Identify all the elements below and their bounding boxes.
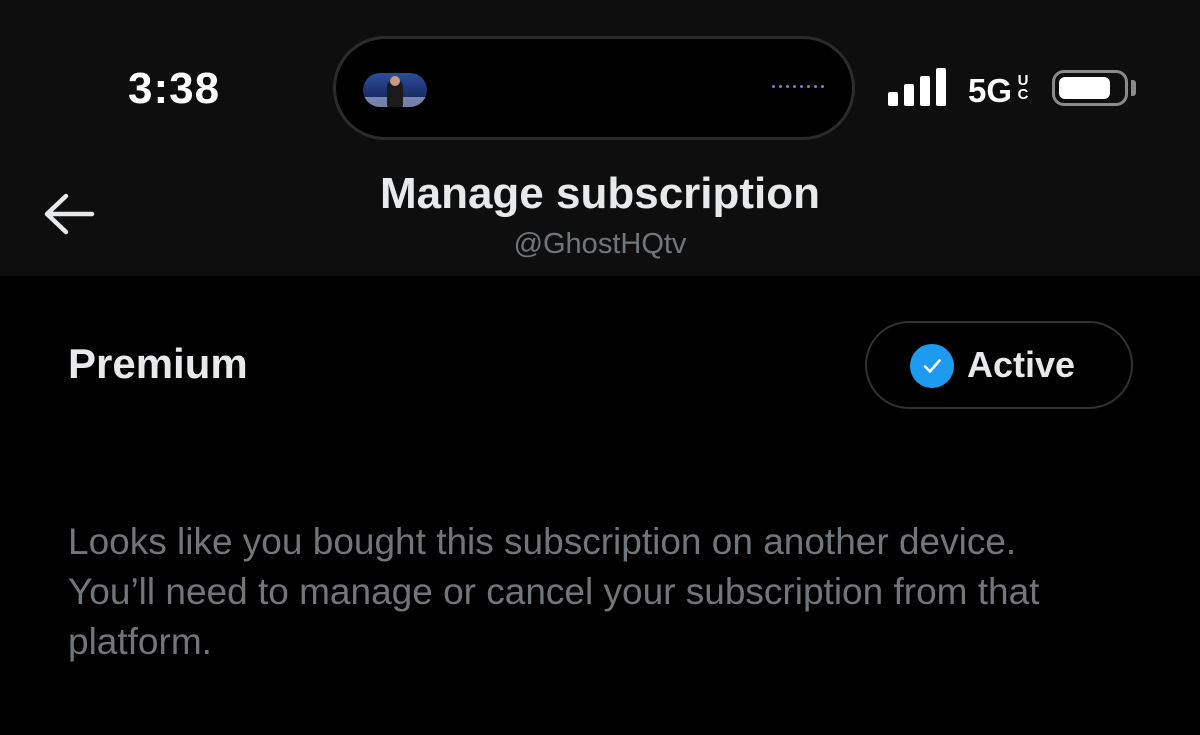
battery-level	[1059, 77, 1110, 99]
status-badge: Active	[865, 321, 1133, 409]
battery-icon	[1052, 70, 1128, 106]
thumbnail-head	[390, 76, 400, 86]
status-time: 3:38	[128, 64, 221, 113]
network-type: 5G	[968, 72, 1013, 109]
status-label: Active	[967, 344, 1076, 385]
account-handle: @GhostHQtv	[513, 228, 687, 260]
check-circle-icon	[910, 344, 954, 388]
network-badge-bottom: C	[1017, 86, 1029, 103]
network-badge: U C	[1017, 73, 1029, 103]
dynamic-island[interactable]	[333, 36, 855, 140]
plan-name: Premium	[68, 340, 248, 387]
live-video-thumbnail-icon	[363, 73, 427, 107]
page-title: Manage subscription	[379, 169, 821, 218]
status-bar: 3:38 5G U C	[0, 0, 1200, 150]
cellular-signal-icon	[888, 68, 948, 106]
audio-activity-icon	[772, 85, 824, 88]
subscription-notice: Looks like you bought this subscription …	[68, 521, 1040, 662]
battery-tip	[1131, 80, 1136, 96]
